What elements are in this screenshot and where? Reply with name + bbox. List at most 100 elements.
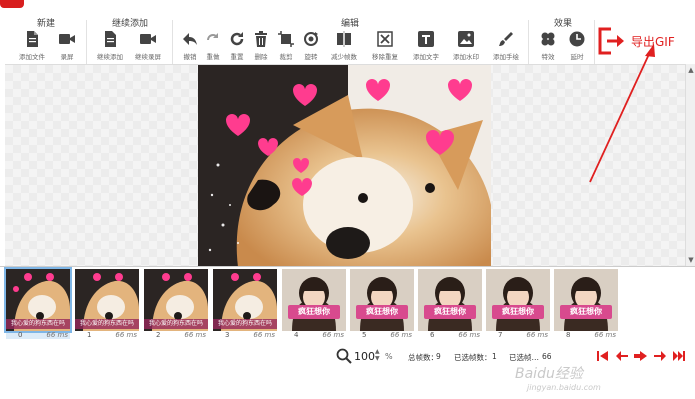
reduce-frames-icon bbox=[337, 31, 351, 47]
selected-time-label: 已选帧… bbox=[509, 353, 539, 362]
rotate-label: 旋转 bbox=[304, 53, 318, 61]
delay-label: 延时 bbox=[570, 53, 584, 61]
add-handwriting-label: 添加手绘 bbox=[493, 53, 519, 61]
export-gif-label: 导出GIF bbox=[631, 34, 675, 49]
watermark: Baidu经验 jingyan.baidu.com bbox=[515, 363, 601, 392]
gif-editor-window: 新建 继续添加 编辑 效果 添加文件 录屏 继续添加 继续录屏 撤销 重做 重置… bbox=[0, 0, 695, 399]
zoom-input[interactable]: 100 bbox=[354, 350, 375, 363]
video-camera-icon bbox=[140, 34, 156, 44]
scroll-down-icon[interactable]: ▼ bbox=[687, 256, 695, 264]
frame-thumbnail[interactable]: 疯狂想你 5 66 ms bbox=[350, 269, 414, 339]
scroll-up-icon[interactable]: ▲ bbox=[687, 66, 695, 74]
frame-index: 7 bbox=[498, 331, 503, 339]
brush-icon bbox=[499, 32, 513, 46]
selected-frames-value: 1 bbox=[492, 352, 497, 361]
frame-index: 0 bbox=[18, 331, 23, 339]
vertical-scrollbar[interactable]: ▲ ▼ bbox=[685, 64, 695, 266]
frame-caption: 疯狂想你 bbox=[492, 305, 544, 319]
frame-thumbnail[interactable]: 疯狂想你 6 66 ms bbox=[418, 269, 482, 339]
reset-label: 重置 bbox=[230, 53, 244, 61]
frame-duration: 66 ms bbox=[526, 331, 548, 339]
app-logo bbox=[0, 0, 24, 8]
frame-duration: 66 ms bbox=[46, 331, 68, 339]
watermark-sub: jingyan.baidu.com bbox=[527, 383, 601, 392]
frame-caption: 疯狂想你 bbox=[288, 305, 340, 319]
effects-button[interactable]: 特效 bbox=[533, 30, 563, 61]
add-handwriting-button[interactable]: 添加手绘 bbox=[491, 30, 521, 61]
record-label: 录屏 bbox=[60, 53, 74, 61]
reduce-frames-label: 减少帧数 bbox=[331, 53, 357, 61]
play-icon[interactable] bbox=[634, 349, 648, 363]
frame-duration: 66 ms bbox=[253, 331, 275, 339]
refresh-icon bbox=[230, 32, 244, 46]
add-file-label: 添加文件 bbox=[19, 53, 45, 61]
frame-duration: 66 ms bbox=[458, 331, 480, 339]
previous-frame-icon[interactable] bbox=[615, 349, 629, 363]
frame-duration: 66 ms bbox=[322, 331, 344, 339]
frame-thumbnail[interactable]: 我心爱的狗东西在吗 2 66 ms bbox=[144, 269, 208, 339]
frame-caption: 我心爱的狗东西在吗 bbox=[213, 319, 277, 329]
frame-duration: 66 ms bbox=[184, 331, 206, 339]
undo-icon bbox=[183, 33, 197, 45]
document-icon bbox=[105, 31, 116, 47]
record-screen-button[interactable]: 录屏 bbox=[52, 30, 82, 61]
clover-icon bbox=[541, 32, 555, 46]
continue-add-file-label: 继续添加 bbox=[97, 53, 123, 61]
effects-label: 特效 bbox=[541, 53, 555, 61]
frame-thumbnail[interactable]: 我心爱的狗东西在吗 1 66 ms bbox=[75, 269, 139, 339]
frame-thumbnail[interactable]: 疯狂想你 7 66 ms bbox=[486, 269, 550, 339]
frame-caption: 我心爱的狗东西在吗 bbox=[144, 319, 208, 329]
add-file-button[interactable]: 添加文件 bbox=[17, 30, 47, 61]
continue-add-file-button[interactable]: 继续添加 bbox=[95, 30, 125, 61]
toolbar: 新建 继续添加 编辑 效果 添加文件 录屏 继续添加 继续录屏 撤销 重做 重置… bbox=[0, 14, 695, 64]
add-text-button[interactable]: 添加文字 bbox=[411, 30, 441, 61]
document-icon bbox=[27, 31, 38, 47]
add-text-label: 添加文字 bbox=[413, 53, 439, 61]
frame-duration: 66 ms bbox=[115, 331, 137, 339]
frame-index: 6 bbox=[430, 331, 435, 339]
frame-filmstrip: 我心爱的狗东西在吗 0 66 ms 我心爱的狗东西在吗 1 66 ms 我心爱的… bbox=[0, 266, 695, 344]
frame-caption: 疯狂想你 bbox=[356, 305, 408, 319]
frame-duration: 66 ms bbox=[390, 331, 412, 339]
watermark-main: Baidu经验 bbox=[515, 366, 583, 382]
add-watermark-label: 添加水印 bbox=[453, 53, 479, 61]
frame-thumbnail[interactable]: 我心爱的狗东西在吗 3 66 ms bbox=[213, 269, 277, 339]
last-frame-icon[interactable] bbox=[672, 349, 686, 363]
group-title-new: 新建 bbox=[36, 19, 55, 29]
total-frames-label: 总帧数： bbox=[408, 353, 438, 362]
add-watermark-button[interactable]: 添加水印 bbox=[451, 30, 481, 61]
frame-duration: 66 ms bbox=[594, 331, 616, 339]
zoom-stepper[interactable]: ▲ ▼ bbox=[375, 348, 380, 362]
frame-index: 5 bbox=[362, 331, 367, 339]
frame-thumbnail[interactable]: 我心爱的狗东西在吗 0 66 ms bbox=[4, 267, 72, 339]
frame-thumbnail[interactable]: 疯狂想你 8 66 ms bbox=[554, 269, 618, 339]
rotate-button[interactable]: 旋转 bbox=[296, 30, 326, 61]
selected-time-value: 66 bbox=[542, 352, 552, 361]
export-gif-button[interactable]: 导出GIF bbox=[597, 26, 675, 56]
delay-button[interactable]: 延时 bbox=[562, 30, 592, 61]
remove-duplicates-icon bbox=[377, 31, 393, 47]
rotate-icon bbox=[304, 32, 318, 46]
continue-record-button[interactable]: 继续录屏 bbox=[133, 30, 163, 61]
redo-icon bbox=[207, 33, 218, 41]
group-title-effects: 效果 bbox=[553, 19, 572, 29]
next-frame-icon[interactable] bbox=[653, 349, 667, 363]
preview-canvas bbox=[5, 64, 685, 267]
remove-duplicates-label: 移除重复 bbox=[372, 53, 398, 61]
clock-icon bbox=[569, 31, 585, 47]
undo-label: 撤销 bbox=[183, 53, 197, 61]
reduce-frames-button[interactable]: 减少帧数 bbox=[329, 30, 359, 61]
remove-duplicates-button[interactable]: 移除重复 bbox=[370, 30, 400, 61]
redo-label: 重做 bbox=[206, 53, 220, 61]
first-frame-icon[interactable] bbox=[596, 349, 610, 363]
crop-label: 裁剪 bbox=[279, 53, 293, 61]
frame-thumbnail[interactable]: 疯狂想你 4 66 ms bbox=[282, 269, 346, 339]
video-camera-icon bbox=[59, 34, 75, 44]
selected-frames-label: 已选帧数： bbox=[454, 353, 492, 362]
frame-index: 4 bbox=[294, 331, 299, 339]
continue-record-label: 继续录屏 bbox=[135, 53, 161, 61]
separator bbox=[86, 20, 87, 64]
group-title-edit: 编辑 bbox=[340, 19, 359, 29]
frame-caption: 我心爱的狗东西在吗 bbox=[75, 319, 139, 329]
separator bbox=[594, 20, 595, 64]
